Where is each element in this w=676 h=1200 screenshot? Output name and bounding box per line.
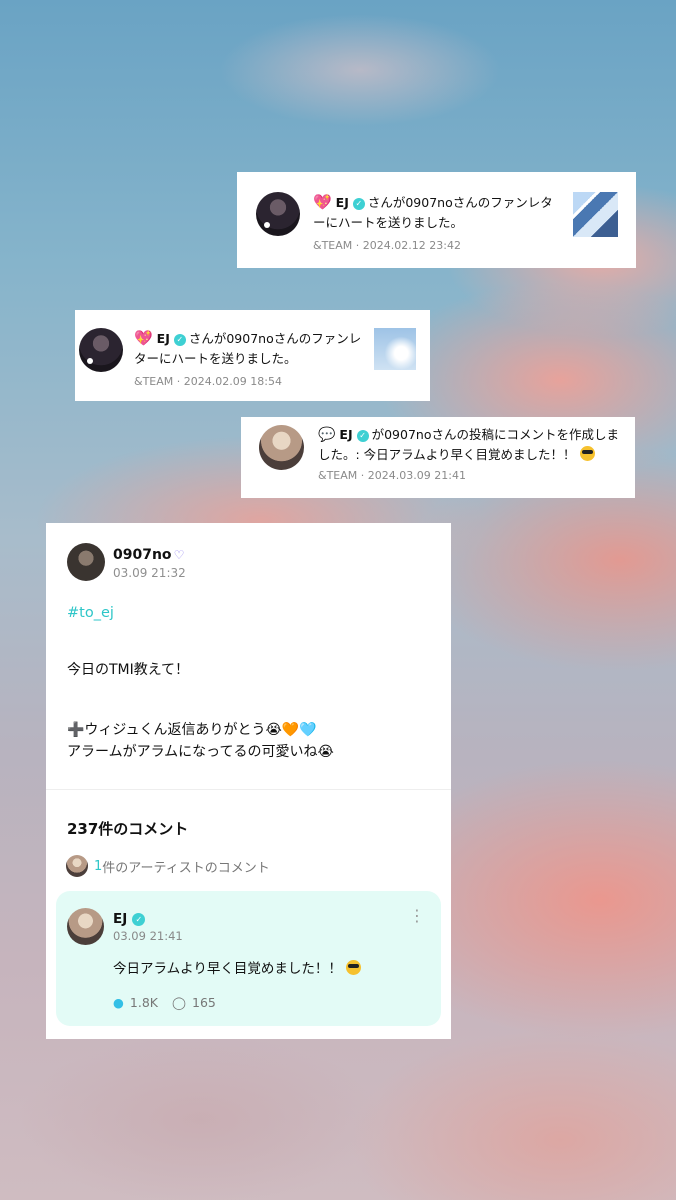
notification-card-2[interactable]: 💖 EJ ✓ さんが0907noさんのファンレターにハートを送りました。 &TEA… [75, 310, 430, 401]
reply-date: 03.09 21:41 [113, 929, 183, 943]
group-name: &TEAM [313, 239, 353, 252]
reply-text: 今日アラムより早く目覚めました！！ [113, 957, 427, 977]
group-name: &TEAM [134, 375, 174, 388]
heart-icon: 💖 [313, 193, 332, 211]
notification-meta: &TEAM · 2024.03.09 21:41 [318, 469, 466, 482]
artist-comment-count: 1 [94, 858, 103, 874]
more-options-icon[interactable]: ⋮ [409, 908, 425, 924]
comment-count: 165 [192, 995, 216, 1010]
divider [46, 789, 451, 790]
notification-card-3[interactable]: 💬 EJ ✓ が0907noさんの投稿にコメントを作成しました。: 今日アラムより… [241, 417, 635, 498]
verified-icon: ✓ [132, 913, 146, 926]
artist-name: EJ [335, 195, 349, 210]
timestamp: 2024.03.09 21:41 [367, 469, 466, 482]
sunglasses-emoji-icon [346, 960, 362, 975]
like-count: 1.8K [129, 995, 158, 1010]
post-header: 0907no ♡ 03.09 21:32 [46, 523, 451, 581]
artist-name: EJ [339, 427, 353, 442]
notification-message: さんが0907noさんのファンレターにハートを送りました。 [313, 195, 553, 230]
avatar [79, 328, 123, 372]
post-hashtag[interactable]: #to_ej [67, 605, 451, 621]
artist-avatar [66, 855, 88, 877]
heart-outline-icon: ♡ [173, 548, 185, 562]
notification-card-1[interactable]: 💖 EJ ✓ さんが0907noさんのファンレターにハートを送りました。 &TEA… [237, 172, 636, 268]
notification-text: 💖 EJ ✓ さんが0907noさんのファンレターにハートを送りました。 [134, 328, 364, 369]
artist-name: EJ [156, 331, 170, 346]
like-icon[interactable]: ● [113, 995, 124, 1010]
group-name: &TEAM [318, 469, 358, 482]
reply-avatar[interactable] [67, 908, 104, 945]
timestamp: 2024.02.09 18:54 [183, 375, 282, 388]
reply-message: 今日アラムより早く目覚めました！！ [113, 961, 342, 977]
sunglasses-emoji-icon [579, 446, 595, 461]
notification-text: 💖 EJ ✓ さんが0907noさんのファンレターにハートを送りました。 [313, 192, 563, 233]
notification-text: 💬 EJ ✓ が0907noさんの投稿にコメントを作成しました。: 今日アラムより… [318, 425, 627, 465]
post-line-1: 今日のTMI教えて！ [67, 662, 190, 678]
heart-icon: 💖 [134, 329, 153, 347]
timestamp: 2024.02.12 23:42 [362, 239, 461, 252]
artist-comment-label: 件のアーティストのコメント [102, 860, 270, 876]
verified-icon: ✓ [352, 198, 365, 210]
artist-reply[interactable]: EJ ✓ 03.09 21:41 ⋮ 今日アラムより早く目覚めました！！ ● 1… [56, 891, 441, 1026]
artist-comments-filter[interactable]: 1 件のアーティストのコメント [66, 855, 451, 877]
user-avatar[interactable] [67, 543, 105, 581]
verified-icon: ✓ [356, 430, 369, 442]
thumbnail-image [573, 192, 618, 237]
thumbnail-image [374, 328, 416, 370]
comments-title: 237件のコメント [67, 820, 189, 838]
notification-meta: &TEAM · 2024.02.09 18:54 [134, 375, 282, 388]
reply-username[interactable]: EJ [113, 911, 127, 927]
post-line-3: アラームがアラムになってるの可愛いね😭 [67, 744, 334, 760]
post-username[interactable]: 0907no [113, 547, 172, 563]
speech-bubble-icon: 💬 [318, 427, 336, 443]
post-line-2: ➕ウィジュくん返信ありがとう😭🧡🩵 [67, 722, 317, 738]
post-date: 03.09 21:32 [113, 566, 186, 580]
post-card: 0907no ♡ 03.09 21:32 #to_ej 今日のTMI教えて！ ➕ウ… [46, 523, 451, 1039]
comment-icon[interactable]: ◯ [172, 995, 186, 1010]
avatar [259, 425, 304, 470]
notification-meta: &TEAM · 2024.02.12 23:42 [313, 239, 461, 252]
avatar [256, 192, 300, 236]
reply-stats: ● 1.8K ◯ 165 [113, 995, 427, 1010]
verified-icon: ✓ [173, 334, 186, 346]
